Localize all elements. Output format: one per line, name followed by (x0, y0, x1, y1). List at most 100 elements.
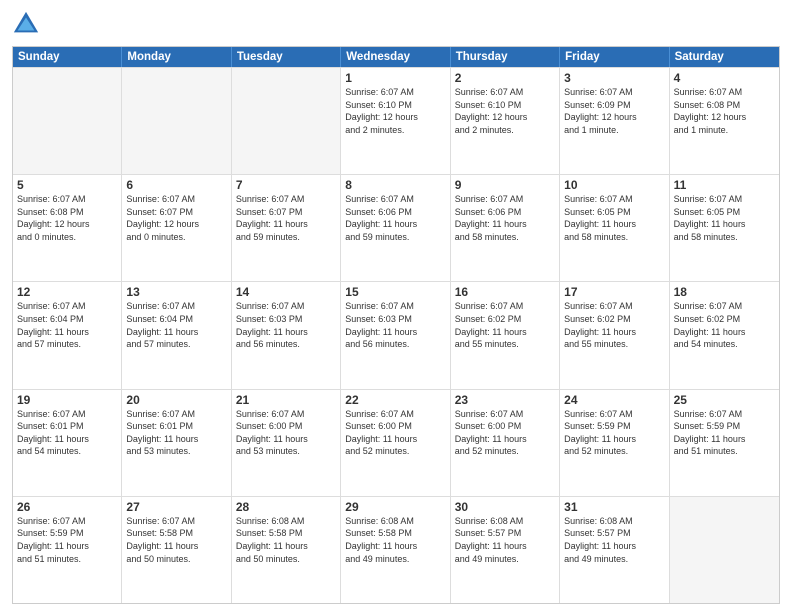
cal-day-info: Sunrise: 6:07 AM Sunset: 6:02 PM Dayligh… (455, 300, 555, 350)
cal-cell: 30Sunrise: 6:08 AM Sunset: 5:57 PM Dayli… (451, 497, 560, 603)
cal-day-info: Sunrise: 6:07 AM Sunset: 6:09 PM Dayligh… (564, 86, 664, 136)
cal-day-number: 28 (236, 500, 336, 514)
cal-day-info: Sunrise: 6:07 AM Sunset: 6:03 PM Dayligh… (236, 300, 336, 350)
cal-cell: 25Sunrise: 6:07 AM Sunset: 5:59 PM Dayli… (670, 390, 779, 496)
cal-header-day: Saturday (670, 47, 779, 67)
cal-day-info: Sunrise: 6:07 AM Sunset: 6:02 PM Dayligh… (564, 300, 664, 350)
cal-day-info: Sunrise: 6:07 AM Sunset: 5:58 PM Dayligh… (126, 515, 226, 565)
cal-cell (232, 68, 341, 174)
cal-cell: 12Sunrise: 6:07 AM Sunset: 6:04 PM Dayli… (13, 282, 122, 388)
cal-cell: 14Sunrise: 6:07 AM Sunset: 6:03 PM Dayli… (232, 282, 341, 388)
cal-day-info: Sunrise: 6:08 AM Sunset: 5:58 PM Dayligh… (236, 515, 336, 565)
cal-day-info: Sunrise: 6:07 AM Sunset: 6:04 PM Dayligh… (17, 300, 117, 350)
cal-day-number: 1 (345, 71, 445, 85)
cal-week: 5Sunrise: 6:07 AM Sunset: 6:08 PM Daylig… (13, 174, 779, 281)
cal-day-number: 30 (455, 500, 555, 514)
calendar: SundayMondayTuesdayWednesdayThursdayFrid… (12, 46, 780, 604)
cal-day-number: 11 (674, 178, 775, 192)
cal-day-number: 26 (17, 500, 117, 514)
cal-cell: 5Sunrise: 6:07 AM Sunset: 6:08 PM Daylig… (13, 175, 122, 281)
cal-day-info: Sunrise: 6:07 AM Sunset: 5:59 PM Dayligh… (564, 408, 664, 458)
cal-cell: 6Sunrise: 6:07 AM Sunset: 6:07 PM Daylig… (122, 175, 231, 281)
cal-day-number: 5 (17, 178, 117, 192)
cal-day-number: 19 (17, 393, 117, 407)
cal-day-number: 12 (17, 285, 117, 299)
cal-day-info: Sunrise: 6:07 AM Sunset: 6:07 PM Dayligh… (236, 193, 336, 243)
cal-header-day: Monday (122, 47, 231, 67)
cal-week: 1Sunrise: 6:07 AM Sunset: 6:10 PM Daylig… (13, 67, 779, 174)
cal-day-number: 21 (236, 393, 336, 407)
cal-cell: 21Sunrise: 6:07 AM Sunset: 6:00 PM Dayli… (232, 390, 341, 496)
cal-week: 12Sunrise: 6:07 AM Sunset: 6:04 PM Dayli… (13, 281, 779, 388)
cal-day-info: Sunrise: 6:07 AM Sunset: 6:00 PM Dayligh… (455, 408, 555, 458)
cal-day-info: Sunrise: 6:07 AM Sunset: 6:05 PM Dayligh… (564, 193, 664, 243)
calendar-body: 1Sunrise: 6:07 AM Sunset: 6:10 PM Daylig… (13, 67, 779, 603)
cal-day-number: 24 (564, 393, 664, 407)
cal-cell (670, 497, 779, 603)
logo (12, 10, 44, 38)
cal-cell: 17Sunrise: 6:07 AM Sunset: 6:02 PM Dayli… (560, 282, 669, 388)
cal-header-day: Tuesday (232, 47, 341, 67)
cal-day-number: 23 (455, 393, 555, 407)
cal-cell: 28Sunrise: 6:08 AM Sunset: 5:58 PM Dayli… (232, 497, 341, 603)
cal-week: 19Sunrise: 6:07 AM Sunset: 6:01 PM Dayli… (13, 389, 779, 496)
cal-header-day: Sunday (13, 47, 122, 67)
cal-day-info: Sunrise: 6:07 AM Sunset: 5:59 PM Dayligh… (674, 408, 775, 458)
cal-cell: 31Sunrise: 6:08 AM Sunset: 5:57 PM Dayli… (560, 497, 669, 603)
cal-day-info: Sunrise: 6:07 AM Sunset: 6:10 PM Dayligh… (455, 86, 555, 136)
calendar-header: SundayMondayTuesdayWednesdayThursdayFrid… (13, 47, 779, 67)
cal-header-day: Wednesday (341, 47, 450, 67)
cal-day-number: 18 (674, 285, 775, 299)
cal-day-number: 13 (126, 285, 226, 299)
cal-cell: 1Sunrise: 6:07 AM Sunset: 6:10 PM Daylig… (341, 68, 450, 174)
cal-cell: 15Sunrise: 6:07 AM Sunset: 6:03 PM Dayli… (341, 282, 450, 388)
cal-day-number: 22 (345, 393, 445, 407)
cal-week: 26Sunrise: 6:07 AM Sunset: 5:59 PM Dayli… (13, 496, 779, 603)
cal-day-number: 15 (345, 285, 445, 299)
cal-cell: 18Sunrise: 6:07 AM Sunset: 6:02 PM Dayli… (670, 282, 779, 388)
cal-day-number: 6 (126, 178, 226, 192)
cal-day-info: Sunrise: 6:07 AM Sunset: 6:01 PM Dayligh… (126, 408, 226, 458)
cal-day-info: Sunrise: 6:07 AM Sunset: 6:08 PM Dayligh… (674, 86, 775, 136)
cal-day-number: 20 (126, 393, 226, 407)
cal-cell: 16Sunrise: 6:07 AM Sunset: 6:02 PM Dayli… (451, 282, 560, 388)
cal-cell: 22Sunrise: 6:07 AM Sunset: 6:00 PM Dayli… (341, 390, 450, 496)
cal-day-number: 31 (564, 500, 664, 514)
cal-cell: 4Sunrise: 6:07 AM Sunset: 6:08 PM Daylig… (670, 68, 779, 174)
cal-day-info: Sunrise: 6:07 AM Sunset: 6:06 PM Dayligh… (345, 193, 445, 243)
cal-cell: 9Sunrise: 6:07 AM Sunset: 6:06 PM Daylig… (451, 175, 560, 281)
cal-cell: 27Sunrise: 6:07 AM Sunset: 5:58 PM Dayli… (122, 497, 231, 603)
cal-day-info: Sunrise: 6:07 AM Sunset: 6:07 PM Dayligh… (126, 193, 226, 243)
cal-day-info: Sunrise: 6:07 AM Sunset: 6:04 PM Dayligh… (126, 300, 226, 350)
cal-header-day: Friday (560, 47, 669, 67)
cal-cell: 7Sunrise: 6:07 AM Sunset: 6:07 PM Daylig… (232, 175, 341, 281)
cal-day-info: Sunrise: 6:07 AM Sunset: 6:06 PM Dayligh… (455, 193, 555, 243)
cal-day-number: 8 (345, 178, 445, 192)
cal-day-number: 14 (236, 285, 336, 299)
cal-cell: 13Sunrise: 6:07 AM Sunset: 6:04 PM Dayli… (122, 282, 231, 388)
cal-day-number: 2 (455, 71, 555, 85)
cal-header-day: Thursday (451, 47, 560, 67)
cal-cell: 29Sunrise: 6:08 AM Sunset: 5:58 PM Dayli… (341, 497, 450, 603)
cal-cell (122, 68, 231, 174)
cal-day-number: 17 (564, 285, 664, 299)
cal-cell: 3Sunrise: 6:07 AM Sunset: 6:09 PM Daylig… (560, 68, 669, 174)
cal-day-info: Sunrise: 6:08 AM Sunset: 5:58 PM Dayligh… (345, 515, 445, 565)
cal-cell (13, 68, 122, 174)
cal-cell: 23Sunrise: 6:07 AM Sunset: 6:00 PM Dayli… (451, 390, 560, 496)
cal-day-info: Sunrise: 6:07 AM Sunset: 6:01 PM Dayligh… (17, 408, 117, 458)
cal-cell: 11Sunrise: 6:07 AM Sunset: 6:05 PM Dayli… (670, 175, 779, 281)
cal-day-info: Sunrise: 6:07 AM Sunset: 6:03 PM Dayligh… (345, 300, 445, 350)
cal-day-info: Sunrise: 6:07 AM Sunset: 6:00 PM Dayligh… (345, 408, 445, 458)
cal-day-info: Sunrise: 6:07 AM Sunset: 6:05 PM Dayligh… (674, 193, 775, 243)
cal-day-number: 3 (564, 71, 664, 85)
cal-cell: 8Sunrise: 6:07 AM Sunset: 6:06 PM Daylig… (341, 175, 450, 281)
cal-day-number: 27 (126, 500, 226, 514)
cal-day-info: Sunrise: 6:07 AM Sunset: 6:10 PM Dayligh… (345, 86, 445, 136)
cal-day-number: 4 (674, 71, 775, 85)
cal-cell: 26Sunrise: 6:07 AM Sunset: 5:59 PM Dayli… (13, 497, 122, 603)
cal-day-number: 25 (674, 393, 775, 407)
page-header (12, 10, 780, 38)
cal-cell: 20Sunrise: 6:07 AM Sunset: 6:01 PM Dayli… (122, 390, 231, 496)
cal-day-info: Sunrise: 6:07 AM Sunset: 6:08 PM Dayligh… (17, 193, 117, 243)
